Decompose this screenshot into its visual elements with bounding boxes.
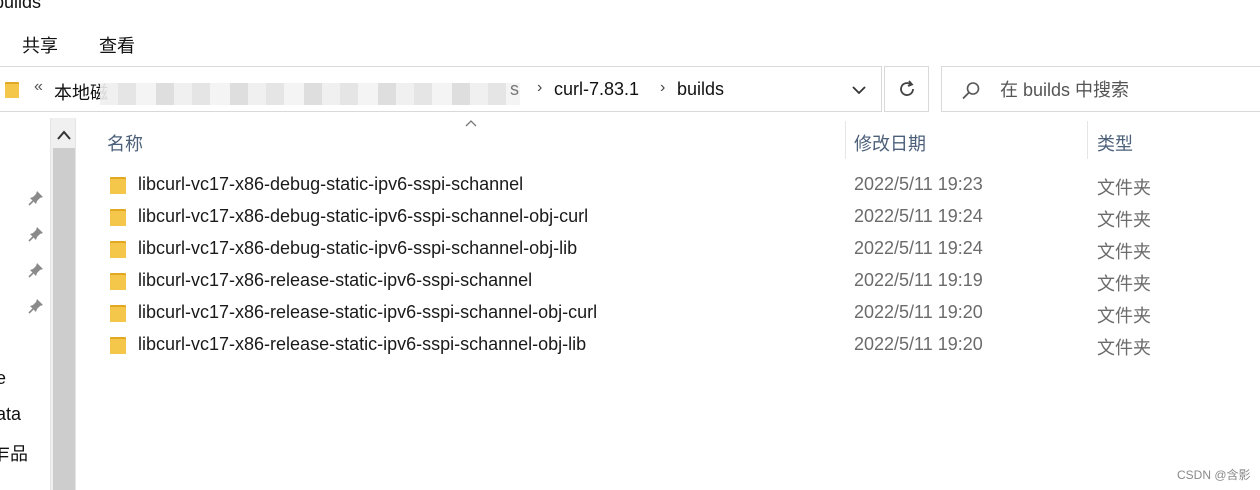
file-row[interactable]: libcurl-vc17-x86-release-static-ipv6-ssp… xyxy=(78,297,1260,329)
file-date: 2022/5/11 19:24 xyxy=(854,206,983,226)
address-bar[interactable]: « 本地磁 s › curl-7.83.1 › builds xyxy=(0,66,882,112)
file-type: 文件夹 xyxy=(1097,306,1151,326)
refresh-icon xyxy=(900,80,914,96)
folder-icon xyxy=(110,209,126,226)
breadcrumb-separator-icon[interactable]: › xyxy=(660,79,665,97)
file-row[interactable]: libcurl-vc17-x86-release-static-ipv6-ssp… xyxy=(78,265,1260,297)
refresh-button[interactable] xyxy=(884,66,929,112)
ribbon-tab-share[interactable]: 共享 xyxy=(22,32,58,58)
column-header: 名称 修改日期 类型 xyxy=(78,118,1260,160)
breadcrumb-fragment: s xyxy=(510,79,519,99)
file-type: 文件夹 xyxy=(1097,178,1151,198)
file-type: 文件夹 xyxy=(1097,338,1151,358)
folder-icon xyxy=(110,241,126,258)
file-date: 2022/5/11 19:20 xyxy=(854,302,983,322)
search-icon xyxy=(962,82,980,100)
search-input[interactable] xyxy=(1000,77,1260,103)
breadcrumb-separator-icon[interactable]: › xyxy=(537,79,542,97)
file-row[interactable]: libcurl-vc17-x86-debug-static-ipv6-sspi-… xyxy=(78,233,1260,265)
nav-item[interactable]: ata xyxy=(0,404,21,425)
file-date: 2022/5/11 19:24 xyxy=(854,238,983,258)
file-type: 文件夹 xyxy=(1097,242,1151,262)
scroll-up-icon[interactable] xyxy=(52,122,76,148)
file-type: 文件夹 xyxy=(1097,274,1151,294)
pin-icon[interactable] xyxy=(28,190,44,206)
pin-icon[interactable] xyxy=(28,262,44,278)
file-type: 文件夹 xyxy=(1097,210,1151,230)
ribbon: 共享 查看 xyxy=(0,26,1260,60)
breadcrumb-curl[interactable]: curl-7.83.1 xyxy=(554,79,639,100)
column-date[interactable]: 修改日期 xyxy=(854,130,926,156)
file-name: libcurl-vc17-x86-release-static-ipv6-ssp… xyxy=(138,302,598,322)
path-overflow-icon[interactable]: « xyxy=(34,78,43,96)
sort-ascending-icon xyxy=(465,120,477,127)
breadcrumb-builds[interactable]: builds xyxy=(677,79,724,100)
column-divider[interactable] xyxy=(845,121,846,159)
file-row[interactable]: libcurl-vc17-x86-release-static-ipv6-ssp… xyxy=(78,329,1260,361)
folder-icon xyxy=(110,305,126,322)
column-divider[interactable] xyxy=(1087,121,1088,159)
file-row[interactable]: libcurl-vc17-x86-debug-static-ipv6-sspi-… xyxy=(78,169,1260,201)
file-name: libcurl-vc17-x86-release-static-ipv6-ssp… xyxy=(138,334,587,354)
pin-icon[interactable] xyxy=(28,298,44,314)
nav-item[interactable]: 乍品 xyxy=(0,440,28,466)
folder-icon xyxy=(110,273,126,290)
redacted-path xyxy=(100,83,520,105)
file-name: libcurl-vc17-x86-release-static-ipv6-ssp… xyxy=(138,270,533,290)
folder-icon xyxy=(110,177,126,194)
column-name[interactable]: 名称 xyxy=(107,130,143,156)
address-row: « 本地磁 s › curl-7.83.1 › builds xyxy=(0,66,1260,114)
file-name: libcurl-vc17-x86-debug-static-ipv6-sspi-… xyxy=(138,174,524,194)
ribbon-tab-view[interactable]: 查看 xyxy=(99,32,135,58)
navigation-pane: e ata 乍品 xyxy=(0,118,50,490)
nav-item[interactable]: e xyxy=(0,368,6,389)
nav-scrollbar[interactable] xyxy=(50,118,76,490)
search-box[interactable] xyxy=(941,66,1260,112)
window-title: builds xyxy=(0,0,42,12)
watermark: CSDN @含影 xyxy=(1177,468,1251,482)
folder-icon xyxy=(110,337,126,354)
file-name: libcurl-vc17-x86-debug-static-ipv6-sspi-… xyxy=(138,206,589,226)
column-type[interactable]: 类型 xyxy=(1097,130,1133,156)
file-name: libcurl-vc17-x86-debug-static-ipv6-sspi-… xyxy=(138,238,578,258)
folder-icon xyxy=(5,82,19,98)
file-row[interactable]: libcurl-vc17-x86-debug-static-ipv6-sspi-… xyxy=(78,201,1260,233)
chevron-down-icon[interactable] xyxy=(848,79,870,101)
pin-icon[interactable] xyxy=(28,226,44,242)
scrollbar-thumb[interactable] xyxy=(53,148,75,490)
file-date: 2022/5/11 19:20 xyxy=(854,334,983,354)
file-date: 2022/5/11 19:23 xyxy=(854,174,983,194)
file-date: 2022/5/11 19:19 xyxy=(854,270,983,290)
